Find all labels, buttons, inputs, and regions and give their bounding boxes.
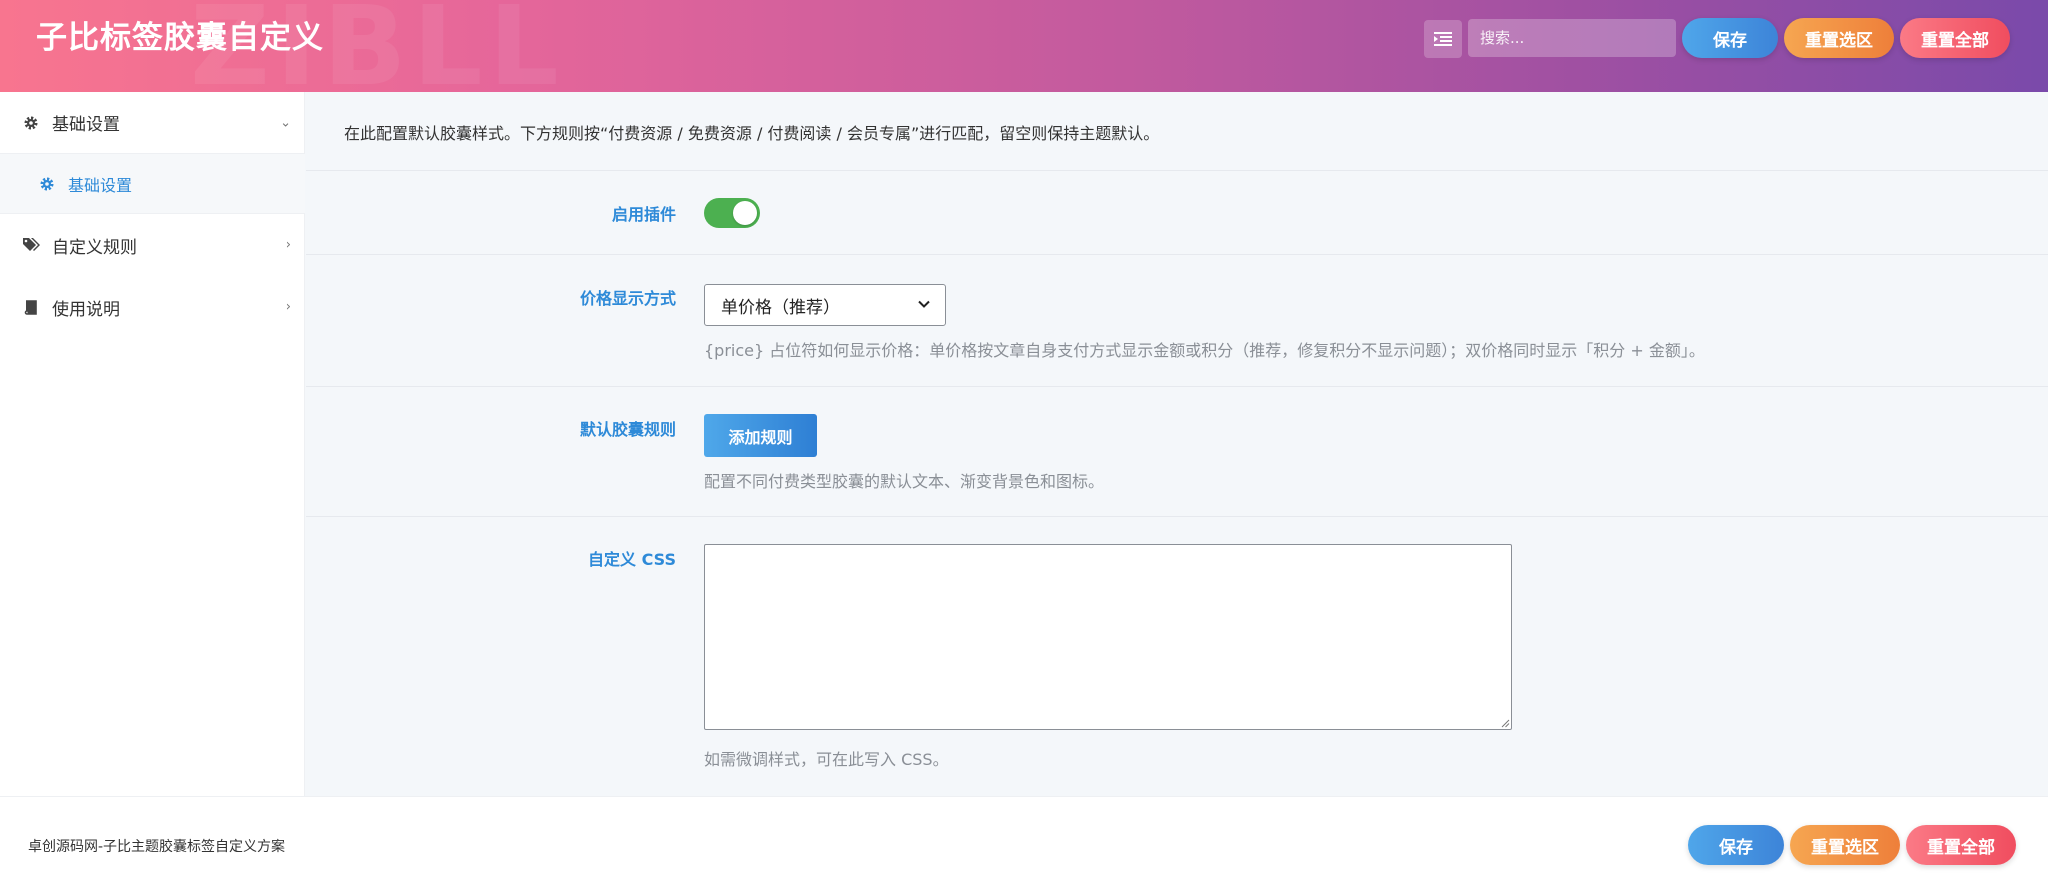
custom-css-label: 自定义 CSS [588,550,676,569]
reset-all-button[interactable]: 重置全部 [1900,18,2010,58]
toggle-knob [733,201,757,225]
sidebar-subitem-label: 基础设置 [68,175,133,195]
intro-text: 在此配置默认胶囊样式。下方规则按“付费资源 / 免费资源 / 付费阅读 / 会员… [344,124,1160,143]
sidebar-item-usage-guide[interactable]: 使用说明 › [0,276,305,338]
divider [306,386,2048,387]
footer-reset-section-button[interactable]: 重置选区 [1790,825,1900,865]
footer-save-button[interactable]: 保存 [1688,825,1784,865]
sidebar-item-label: 使用说明 [52,299,120,320]
save-button[interactable]: 保存 [1682,18,1778,58]
footer-reset-all-button[interactable]: 重置全部 [1906,825,2016,865]
add-rule-button[interactable]: 添加规则 [704,414,817,457]
sidebar-item-custom-rules[interactable]: 自定义规则 › [0,214,305,276]
search-input[interactable] [1468,19,1676,57]
chevron-down-icon [918,300,930,308]
settings-panel: 在此配置默认胶囊样式。下方规则按“付费资源 / 免费资源 / 付费阅读 / 会员… [306,92,2048,796]
resize-grip-icon[interactable] [1500,718,1510,728]
footer-credit: 卓创源码网-子比主题胶囊标签自定义方案 [28,839,286,855]
price-mode-select[interactable]: 单价格（推荐） [704,284,946,326]
header-bar: ZIBLL 子比标签胶囊自定义 保存 重置选区 重置全部 [0,0,2048,92]
custom-css-help: 如需微调样式，可在此写入 CSS。 [704,750,949,769]
sidebar: 基础设置 ⌄ 基础设置 自定义规则 › 使用说明 › [0,92,305,796]
sidebar-item-basic-settings[interactable]: 基础设置 ⌄ [0,92,305,154]
sidebar-item-label: 基础设置 [52,115,120,135]
gear-icon [22,114,40,132]
default-rules-label: 默认胶囊规则 [579,420,676,439]
divider [306,254,2048,255]
gear-icon [38,175,56,193]
divider [306,516,2048,517]
page-title: 子比标签胶囊自定义 [36,20,324,56]
enable-plugin-toggle[interactable] [704,198,760,228]
price-mode-help: {price} 占位符如何显示价格：单价格按文章自身支付方式显示金额或积分（推荐… [704,341,1705,360]
price-mode-label: 价格显示方式 [579,289,676,308]
default-rules-help: 配置不同付费类型胶囊的默认文本、渐变背景色和图标。 [704,472,1105,491]
reset-section-button[interactable]: 重置选区 [1784,18,1894,58]
chevron-right-icon: › [285,299,291,315]
footer-bar: 卓创源码网-子比主题胶囊标签自定义方案 保存 重置选区 重置全部 [0,796,2048,888]
sidebar-item-label: 自定义规则 [52,237,137,258]
divider [306,170,2048,171]
enable-plugin-label: 启用插件 [611,205,676,224]
chevron-right-icon: › [285,237,291,253]
indent-icon [1434,32,1452,46]
tags-icon [22,236,40,254]
sidebar-subitem-basic-settings[interactable]: 基础设置 [0,154,305,214]
book-icon [22,298,40,316]
chevron-down-icon: ⌄ [280,115,291,130]
price-mode-value: 单价格（推荐） [721,297,840,318]
toggle-sidebar-button[interactable] [1424,20,1462,58]
custom-css-textarea[interactable] [704,544,1512,730]
